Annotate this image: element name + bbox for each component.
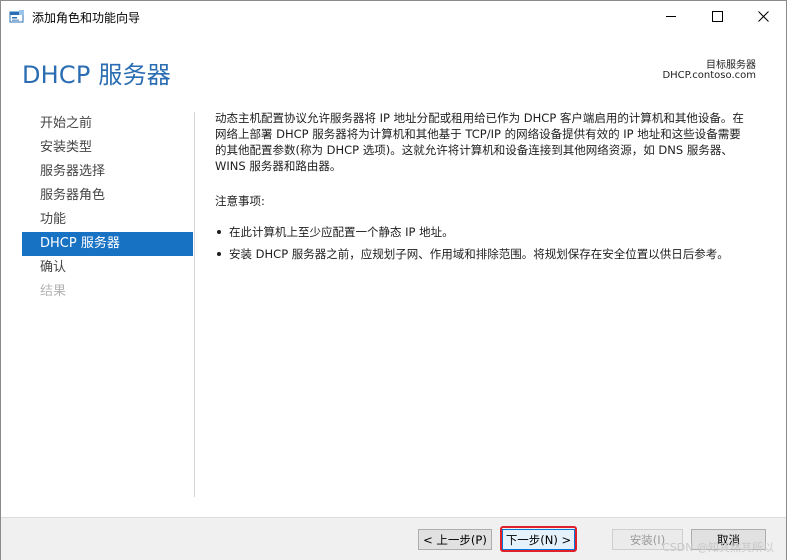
intro-line: 动态主机配置协议允许服务器将 IP 地址分配或租用给已作为 DHCP 客户端启用… (215, 111, 744, 125)
next-button[interactable]: 下一步(N) > (502, 529, 575, 550)
server-manager-icon (9, 9, 25, 25)
maximize-button[interactable] (694, 1, 740, 32)
destination-server-label: 目标服务器 (706, 60, 756, 71)
wizard-window: 添加角色和功能向导 DHCP 服务器 目标服务器 DHCP.contoso.co… (0, 0, 787, 560)
nav-item-before-you-begin[interactable]: 开始之前 (22, 112, 193, 136)
notes-list: 在此计算机上至少应配置一个静态 IP 地址。 安装 DHCP 服务器之前，应规划… (215, 224, 767, 262)
list-item: 安装 DHCP 服务器之前，应规划子网、作用域和排除范围。将规划保存在安全位置以… (215, 246, 767, 262)
nav-item-installation-type[interactable]: 安装类型 (22, 136, 193, 160)
intro-line: 的其他配置参数(称为 DHCP 选项)。这就允许将计算机和设备连接到其他网络资源… (215, 143, 733, 157)
nav-item-confirmation[interactable]: 确认 (22, 256, 193, 280)
intro-line: WINS 服务器和路由器。 (215, 159, 342, 173)
wizard-step-nav: 开始之前 安装类型 服务器选择 服务器角色 功能 DHCP 服务器 确认 结果 (22, 112, 193, 304)
intro-line: 网络上部署 DHCP 服务器将为计算机和其他基于 TCP/IP 的网络设备提供有… (215, 127, 741, 141)
title-bar[interactable]: 添加角色和功能向导 (1, 1, 786, 32)
minimize-button[interactable] (648, 1, 694, 32)
content-pane: 动态主机配置协议允许服务器将 IP 地址分配或租用给已作为 DHCP 客户端启用… (215, 110, 767, 268)
nav-divider (194, 112, 195, 497)
close-icon (757, 11, 769, 22)
nav-item-features[interactable]: 功能 (22, 208, 193, 232)
notes-heading: 注意事项: (215, 194, 265, 208)
minimize-icon (665, 16, 676, 17)
nav-item-dhcp-server[interactable]: DHCP 服务器 (22, 232, 193, 256)
page-title: DHCP 服务器 (22, 61, 171, 89)
intro-paragraph: 动态主机配置协议允许服务器将 IP 地址分配或租用给已作为 DHCP 客户端启用… (215, 110, 767, 174)
watermark: CSDN @知其然其所以 (662, 541, 774, 554)
nav-item-server-selection[interactable]: 服务器选择 (22, 160, 193, 184)
list-item: 在此计算机上至少应配置一个静态 IP 地址。 (215, 224, 767, 240)
maximize-icon (711, 11, 723, 22)
close-button[interactable] (740, 1, 786, 32)
window-title: 添加角色和功能向导 (32, 11, 141, 25)
destination-server-name: DHCP.contoso.com (662, 70, 756, 81)
nav-item-results: 结果 (40, 284, 67, 299)
nav-item-server-roles[interactable]: 服务器角色 (22, 184, 193, 208)
previous-button[interactable]: < 上一步(P) (418, 529, 492, 550)
